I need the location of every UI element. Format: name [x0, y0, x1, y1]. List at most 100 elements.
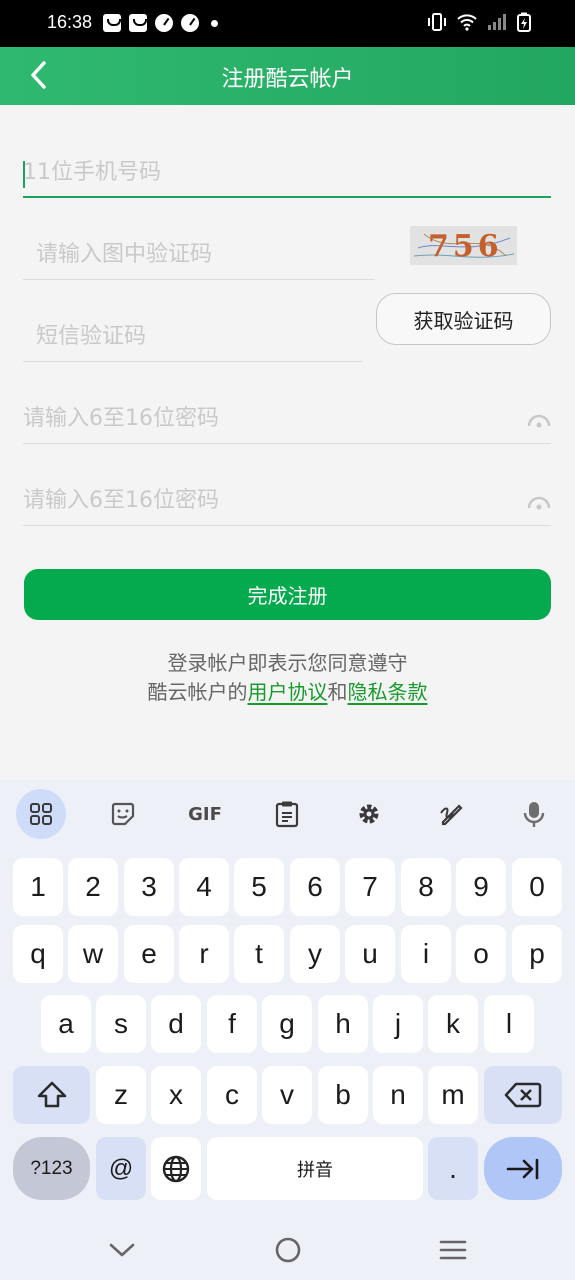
key-7[interactable]: 7 [345, 858, 395, 916]
apps-icon[interactable] [16, 789, 66, 839]
key-q[interactable]: q [13, 925, 63, 983]
privacy-policy-link[interactable]: 隐私条款 [348, 680, 428, 704]
phone-field[interactable] [23, 148, 551, 198]
notification-icons [103, 14, 218, 32]
key-h[interactable]: h [318, 995, 368, 1053]
key-5[interactable]: 5 [234, 858, 284, 916]
handwriting-icon[interactable] [426, 789, 476, 839]
key-w[interactable]: w [68, 925, 118, 983]
battery-charging-icon [517, 12, 531, 32]
submit-register-button[interactable]: 完成注册 [24, 569, 551, 620]
key-a[interactable]: a [41, 995, 91, 1053]
key-f[interactable]: f [207, 995, 257, 1053]
captcha-graphic: 756 [413, 229, 515, 264]
home-button[interactable] [273, 1235, 303, 1265]
eye-closed-icon[interactable] [527, 494, 551, 510]
key-n[interactable]: n [373, 1066, 423, 1124]
key-3[interactable]: 3 [124, 858, 174, 916]
key-i[interactable]: i [401, 925, 451, 983]
mic-icon[interactable] [509, 789, 559, 839]
key-y[interactable]: y [290, 925, 340, 983]
speedometer-icon [181, 14, 199, 32]
confirm-password-field[interactable] [23, 476, 551, 526]
key-8[interactable]: 8 [401, 858, 451, 916]
eye-closed-icon[interactable] [527, 412, 551, 428]
signal-icon [488, 14, 506, 30]
user-agreement-link[interactable]: 用户协议 [248, 680, 328, 704]
shopping-bag-icon [103, 14, 121, 32]
chevron-down-icon [109, 1243, 135, 1257]
menu-lines-icon [439, 1240, 467, 1260]
gear-icon[interactable] [344, 789, 394, 839]
status-time: 16:38 [47, 12, 93, 32]
space-key[interactable]: 拼音 [207, 1137, 423, 1200]
symbols-key[interactable]: ?123 [13, 1137, 90, 1200]
backspace-icon [504, 1082, 542, 1108]
more-notifications-dot-icon [211, 19, 218, 27]
key-9[interactable]: 9 [456, 858, 506, 916]
key-z[interactable]: z [96, 1066, 146, 1124]
key-v[interactable]: v [262, 1066, 312, 1124]
system-nav-bar [0, 1220, 575, 1280]
home-circle-icon [275, 1237, 301, 1263]
enter-key[interactable] [484, 1137, 562, 1200]
gif-icon[interactable]: GIF [180, 789, 230, 839]
key-d[interactable]: d [151, 995, 201, 1053]
captcha-text: 756 [428, 229, 503, 264]
key-j[interactable]: j [373, 995, 423, 1053]
key-p[interactable]: p [512, 925, 562, 983]
key-k[interactable]: k [428, 995, 478, 1053]
key-4[interactable]: 4 [179, 858, 229, 916]
shift-icon [37, 1081, 66, 1108]
get-code-button[interactable]: 获取验证码 [376, 293, 551, 345]
at-key[interactable]: @ [96, 1137, 146, 1200]
sms-code-field[interactable] [23, 312, 363, 362]
period-key[interactable]: . [428, 1137, 478, 1200]
wifi-icon [457, 14, 477, 31]
key-x[interactable]: x [151, 1066, 201, 1124]
globe-icon [162, 1155, 190, 1182]
system-icons [427, 12, 531, 32]
key-s[interactable]: s [96, 995, 146, 1053]
speedometer-icon [155, 14, 173, 32]
key-l[interactable]: l [484, 995, 534, 1053]
recents-button[interactable] [438, 1235, 468, 1265]
page-title: 注册酷云帐户 [221, 67, 354, 92]
soft-keyboard: GIF 1 2 3 4 5 6 7 8 9 0 q w e r t y u i [0, 780, 575, 1220]
key-g[interactable]: g [262, 995, 312, 1053]
agreement-line2: 酷云帐户的用户协议和隐私条款 [0, 676, 575, 705]
shopping-bag-icon [129, 14, 147, 32]
key-t[interactable]: t [234, 925, 284, 983]
password-input[interactable] [23, 394, 551, 443]
key-1[interactable]: 1 [13, 858, 63, 916]
phone-input[interactable] [23, 148, 551, 196]
password-field[interactable] [23, 394, 551, 444]
confirm-password-input[interactable] [23, 476, 551, 525]
key-6[interactable]: 6 [290, 858, 340, 916]
captcha-input[interactable] [23, 230, 375, 279]
key-0[interactable]: 0 [512, 858, 562, 916]
agreement-line1: 登录帐户即表示您同意遵守 [167, 651, 408, 675]
key-o[interactable]: o [456, 925, 506, 983]
captcha-image[interactable]: 756 [410, 226, 517, 265]
agreement-prefix: 酷云帐户的 [147, 680, 248, 704]
backspace-key[interactable] [484, 1066, 562, 1124]
key-m[interactable]: m [428, 1066, 478, 1124]
captcha-field[interactable] [23, 230, 375, 280]
sms-code-input[interactable] [23, 312, 363, 361]
hide-keyboard-button[interactable] [107, 1235, 137, 1265]
key-2[interactable]: 2 [68, 858, 118, 916]
key-u[interactable]: u [345, 925, 395, 983]
shift-key[interactable] [13, 1066, 90, 1124]
key-e[interactable]: e [124, 925, 174, 983]
clipboard-icon[interactable] [262, 789, 312, 839]
agreement-and: 和 [327, 680, 348, 704]
language-key[interactable] [151, 1137, 201, 1200]
status-bar: 16:38 [0, 0, 575, 47]
keyboard-toolbar: GIF [0, 780, 575, 850]
sticker-icon[interactable] [98, 789, 148, 839]
vibrate-icon [428, 13, 446, 31]
key-r[interactable]: r [179, 925, 229, 983]
key-b[interactable]: b [318, 1066, 368, 1124]
key-c[interactable]: c [207, 1066, 257, 1124]
